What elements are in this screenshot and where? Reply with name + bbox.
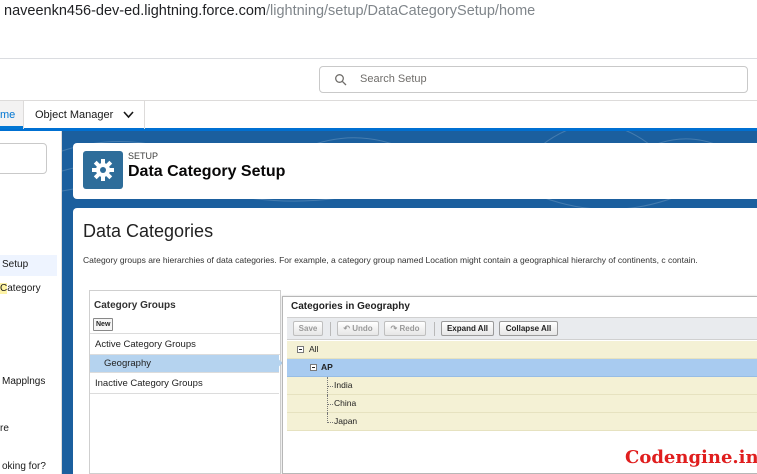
divider <box>90 393 279 394</box>
tree-node-india[interactable]: India <box>287 377 757 395</box>
section-description: Category groups are hierarchies of data … <box>83 255 698 265</box>
sidebar-item-mappings[interactable]: Mapplngs <box>2 376 45 387</box>
tab-object-manager-label: Object Manager <box>35 109 114 121</box>
setup-sidebar <box>0 131 62 474</box>
tree-node-label: AP <box>321 362 333 372</box>
toolbar-divider <box>330 322 331 336</box>
redo-icon: ↷ <box>390 324 398 333</box>
setup-gear-icon-tile <box>83 151 123 189</box>
categories-toolbar: Save ↶ Undo ↷ Redo Expand All Collapse A… <box>287 317 757 340</box>
toolbar-divider <box>434 322 435 336</box>
expand-all-button[interactable]: Expand All <box>441 321 494 336</box>
section-title: Data Categories <box>83 221 214 241</box>
tab-home[interactable]: me <box>0 101 23 129</box>
tab-object-manager[interactable]: Object Manager <box>23 101 145 129</box>
chevron-down-icon[interactable] <box>123 110 134 119</box>
search-icon <box>335 74 347 86</box>
page-header: SETUP Data Category Setup <box>73 143 757 199</box>
category-group-item-label: Geography <box>104 358 152 369</box>
redo-button[interactable]: ↷ Redo <box>384 321 426 336</box>
browser-url-bar[interactable]: naveenkn456-dev-ed.lightning.force.com/l… <box>0 0 757 24</box>
tab-home-label: me <box>0 109 16 121</box>
sidebar-item-category[interactable]: Category <box>0 283 41 294</box>
sidebar-item-setup[interactable]: Setup <box>2 259 28 270</box>
collapse-toggle-icon[interactable] <box>297 346 304 353</box>
tree-connector <box>327 422 333 423</box>
collapse-all-button[interactable]: Collapse All <box>499 321 558 336</box>
undo-button[interactable]: ↶ Undo <box>337 321 379 336</box>
collapse-toggle-icon[interactable] <box>310 364 317 371</box>
tree-node-japan[interactable]: Japan <box>287 413 757 431</box>
gear-icon <box>92 159 114 181</box>
new-category-group-button[interactable]: New <box>93 318 114 331</box>
url-path: /lightning/setup/DataCategorySetup/home <box>265 3 536 19</box>
setup-nav-bar: me Object Manager <box>0 100 757 131</box>
watermark-text: Codengine.in <box>625 447 757 468</box>
tree-node-label: India <box>334 380 353 390</box>
tree-node-label: All <box>309 344 319 354</box>
save-button[interactable]: Save <box>293 321 323 336</box>
category-group-item-geography[interactable]: Geography <box>90 355 279 372</box>
tree-node-ap[interactable]: AP <box>287 359 757 377</box>
tree-connector <box>327 404 333 405</box>
divider <box>90 333 280 334</box>
search-placeholder: Search Setup <box>360 73 427 85</box>
page-title: Data Category Setup <box>128 163 286 180</box>
undo-icon: ↶ <box>343 324 351 333</box>
url-host: naveenkn456-dev-ed.lightning.force.com <box>4 3 266 19</box>
categories-panel-title: Categories in Geography <box>291 301 410 312</box>
browser-divider <box>0 58 757 59</box>
tree-node-all[interactable]: All <box>287 341 757 359</box>
quick-find-input[interactable] <box>0 143 47 174</box>
search-setup-input[interactable]: Search Setup <box>319 66 748 93</box>
sidebar-item-re[interactable]: re <box>0 423 9 434</box>
divider <box>90 372 279 373</box>
inactive-category-groups-label: Inactive Category Groups <box>95 378 203 389</box>
tree-node-china[interactable]: China <box>287 395 757 413</box>
sidebar-item-looking-for[interactable]: oking for? <box>2 461 46 472</box>
active-category-groups-label: Active Category Groups <box>95 339 196 350</box>
page-kicker: SETUP <box>128 151 159 161</box>
category-groups-title: Category Groups <box>94 300 176 311</box>
tree-node-label: China <box>334 398 357 408</box>
tree-node-label: Japan <box>334 416 358 426</box>
tree-connector <box>327 386 333 387</box>
